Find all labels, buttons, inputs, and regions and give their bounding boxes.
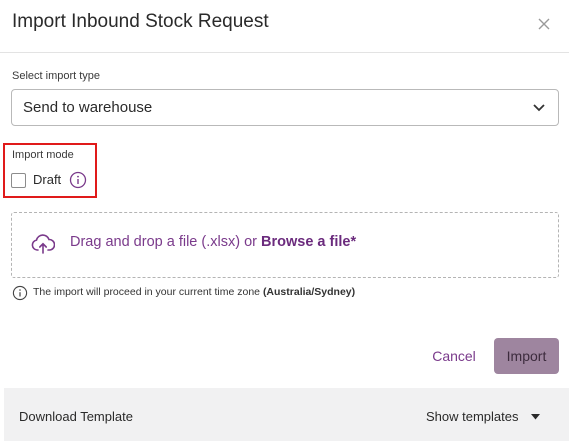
info-icon[interactable] [69,171,87,189]
dropzone-text: Drag and drop a file (.xlsx) or Browse a… [70,234,356,250]
draft-label[interactable]: Draft [33,172,61,187]
timezone-notice-text: The import will proceed in your current … [33,286,263,298]
chevron-down-icon [533,104,545,112]
import-type-select[interactable]: Send to warehouse [11,89,559,126]
template-footer: Download Template Show templates [4,388,569,441]
import-dialog: Import Inbound Stock Request Select impo… [0,0,569,441]
import-type-value: Send to warehouse [23,99,153,116]
draft-checkbox[interactable] [11,173,26,188]
show-templates-toggle[interactable]: Show templates [426,409,519,424]
cancel-button[interactable]: Cancel [423,338,485,374]
import-button[interactable]: Import [494,338,559,374]
dialog-header: Import Inbound Stock Request [0,0,569,53]
dialog-title: Import Inbound Stock Request [12,11,269,32]
dropzone-prompt: Drag and drop a file (.xlsx) or [70,234,261,250]
file-dropzone[interactable]: Drag and drop a file (.xlsx) or Browse a… [11,212,559,278]
import-mode-label: Import mode [12,149,74,161]
import-type-label: Select import type [12,70,101,82]
close-icon[interactable] [535,15,553,33]
caret-down-icon[interactable] [531,414,540,420]
browse-file-link[interactable]: Browse a file* [261,234,356,250]
timezone-notice: The import will proceed in your current … [33,286,355,298]
cloud-upload-icon [31,234,55,254]
info-icon [12,285,28,301]
download-template-link[interactable]: Download Template [19,409,133,424]
timezone-value: (Australia/Sydney) [262,286,356,298]
